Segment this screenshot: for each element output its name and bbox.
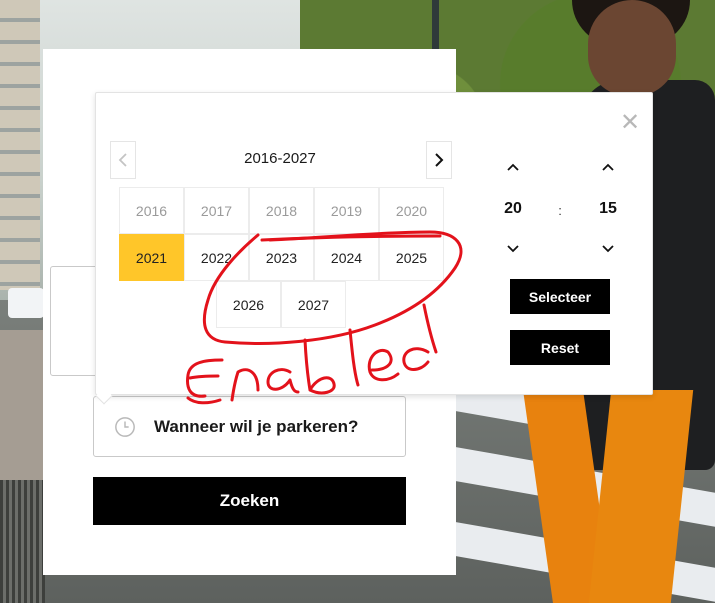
year-cell-2026[interactable]: 2026: [216, 281, 281, 328]
chevron-up-icon: [507, 163, 519, 171]
year-cell-2022[interactable]: 2022: [184, 234, 249, 281]
next-range-button[interactable]: [426, 141, 452, 179]
chevron-right-icon: [435, 153, 444, 167]
select-button[interactable]: Selecteer: [510, 279, 610, 314]
year-cell-2019: 2019: [314, 187, 379, 234]
chevron-up-icon: [602, 163, 614, 171]
when-field[interactable]: Wanneer wil je parkeren?: [93, 396, 406, 457]
hour-up-button[interactable]: [503, 160, 523, 174]
year-cell-2021[interactable]: 2021: [119, 234, 184, 281]
chevron-left-icon: [118, 153, 127, 167]
minute-value[interactable]: 15: [588, 200, 628, 218]
time-separator: :: [558, 203, 562, 218]
year-cell-2025[interactable]: 2025: [379, 234, 444, 281]
chevron-down-icon: [507, 245, 519, 253]
year-cell-2027[interactable]: 2027: [281, 281, 346, 328]
search-button[interactable]: Zoeken: [93, 477, 406, 525]
year-cell-2020: 2020: [379, 187, 444, 234]
year-cell-2023[interactable]: 2023: [249, 234, 314, 281]
year-cell-2016: 2016: [119, 187, 184, 234]
hour-value[interactable]: 20: [493, 200, 533, 218]
close-icon[interactable]: ✕: [620, 111, 640, 135]
previous-range-button[interactable]: [110, 141, 136, 179]
year-cell-2017: 2017: [184, 187, 249, 234]
when-field-label: Wanneer wil je parkeren?: [154, 416, 359, 436]
hour-down-button[interactable]: [503, 242, 523, 256]
minute-up-button[interactable]: [598, 160, 618, 174]
clock-icon: [115, 416, 135, 437]
chevron-down-icon: [602, 245, 614, 253]
year-cell-2024[interactable]: 2024: [314, 234, 379, 281]
minute-down-button[interactable]: [598, 242, 618, 256]
reset-button[interactable]: Reset: [510, 330, 610, 365]
year-range-title: 2016-2027: [244, 150, 316, 167]
year-cell-2018: 2018: [249, 187, 314, 234]
